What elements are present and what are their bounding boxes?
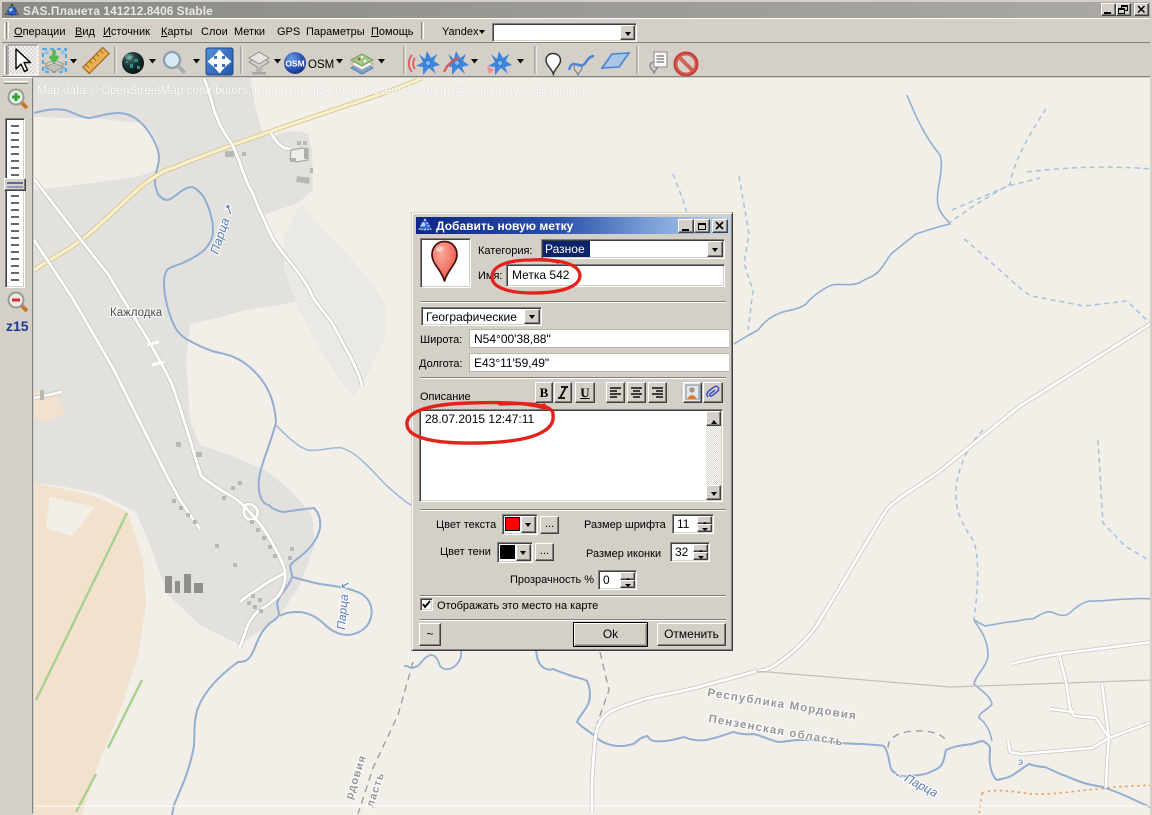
svg-text:э: э <box>1018 757 1023 768</box>
svg-text:Кажлодка: Кажлодка <box>110 307 163 319</box>
svg-text:OSM: OSM <box>285 59 304 69</box>
svg-text:OSM: OSM <box>308 59 334 71</box>
